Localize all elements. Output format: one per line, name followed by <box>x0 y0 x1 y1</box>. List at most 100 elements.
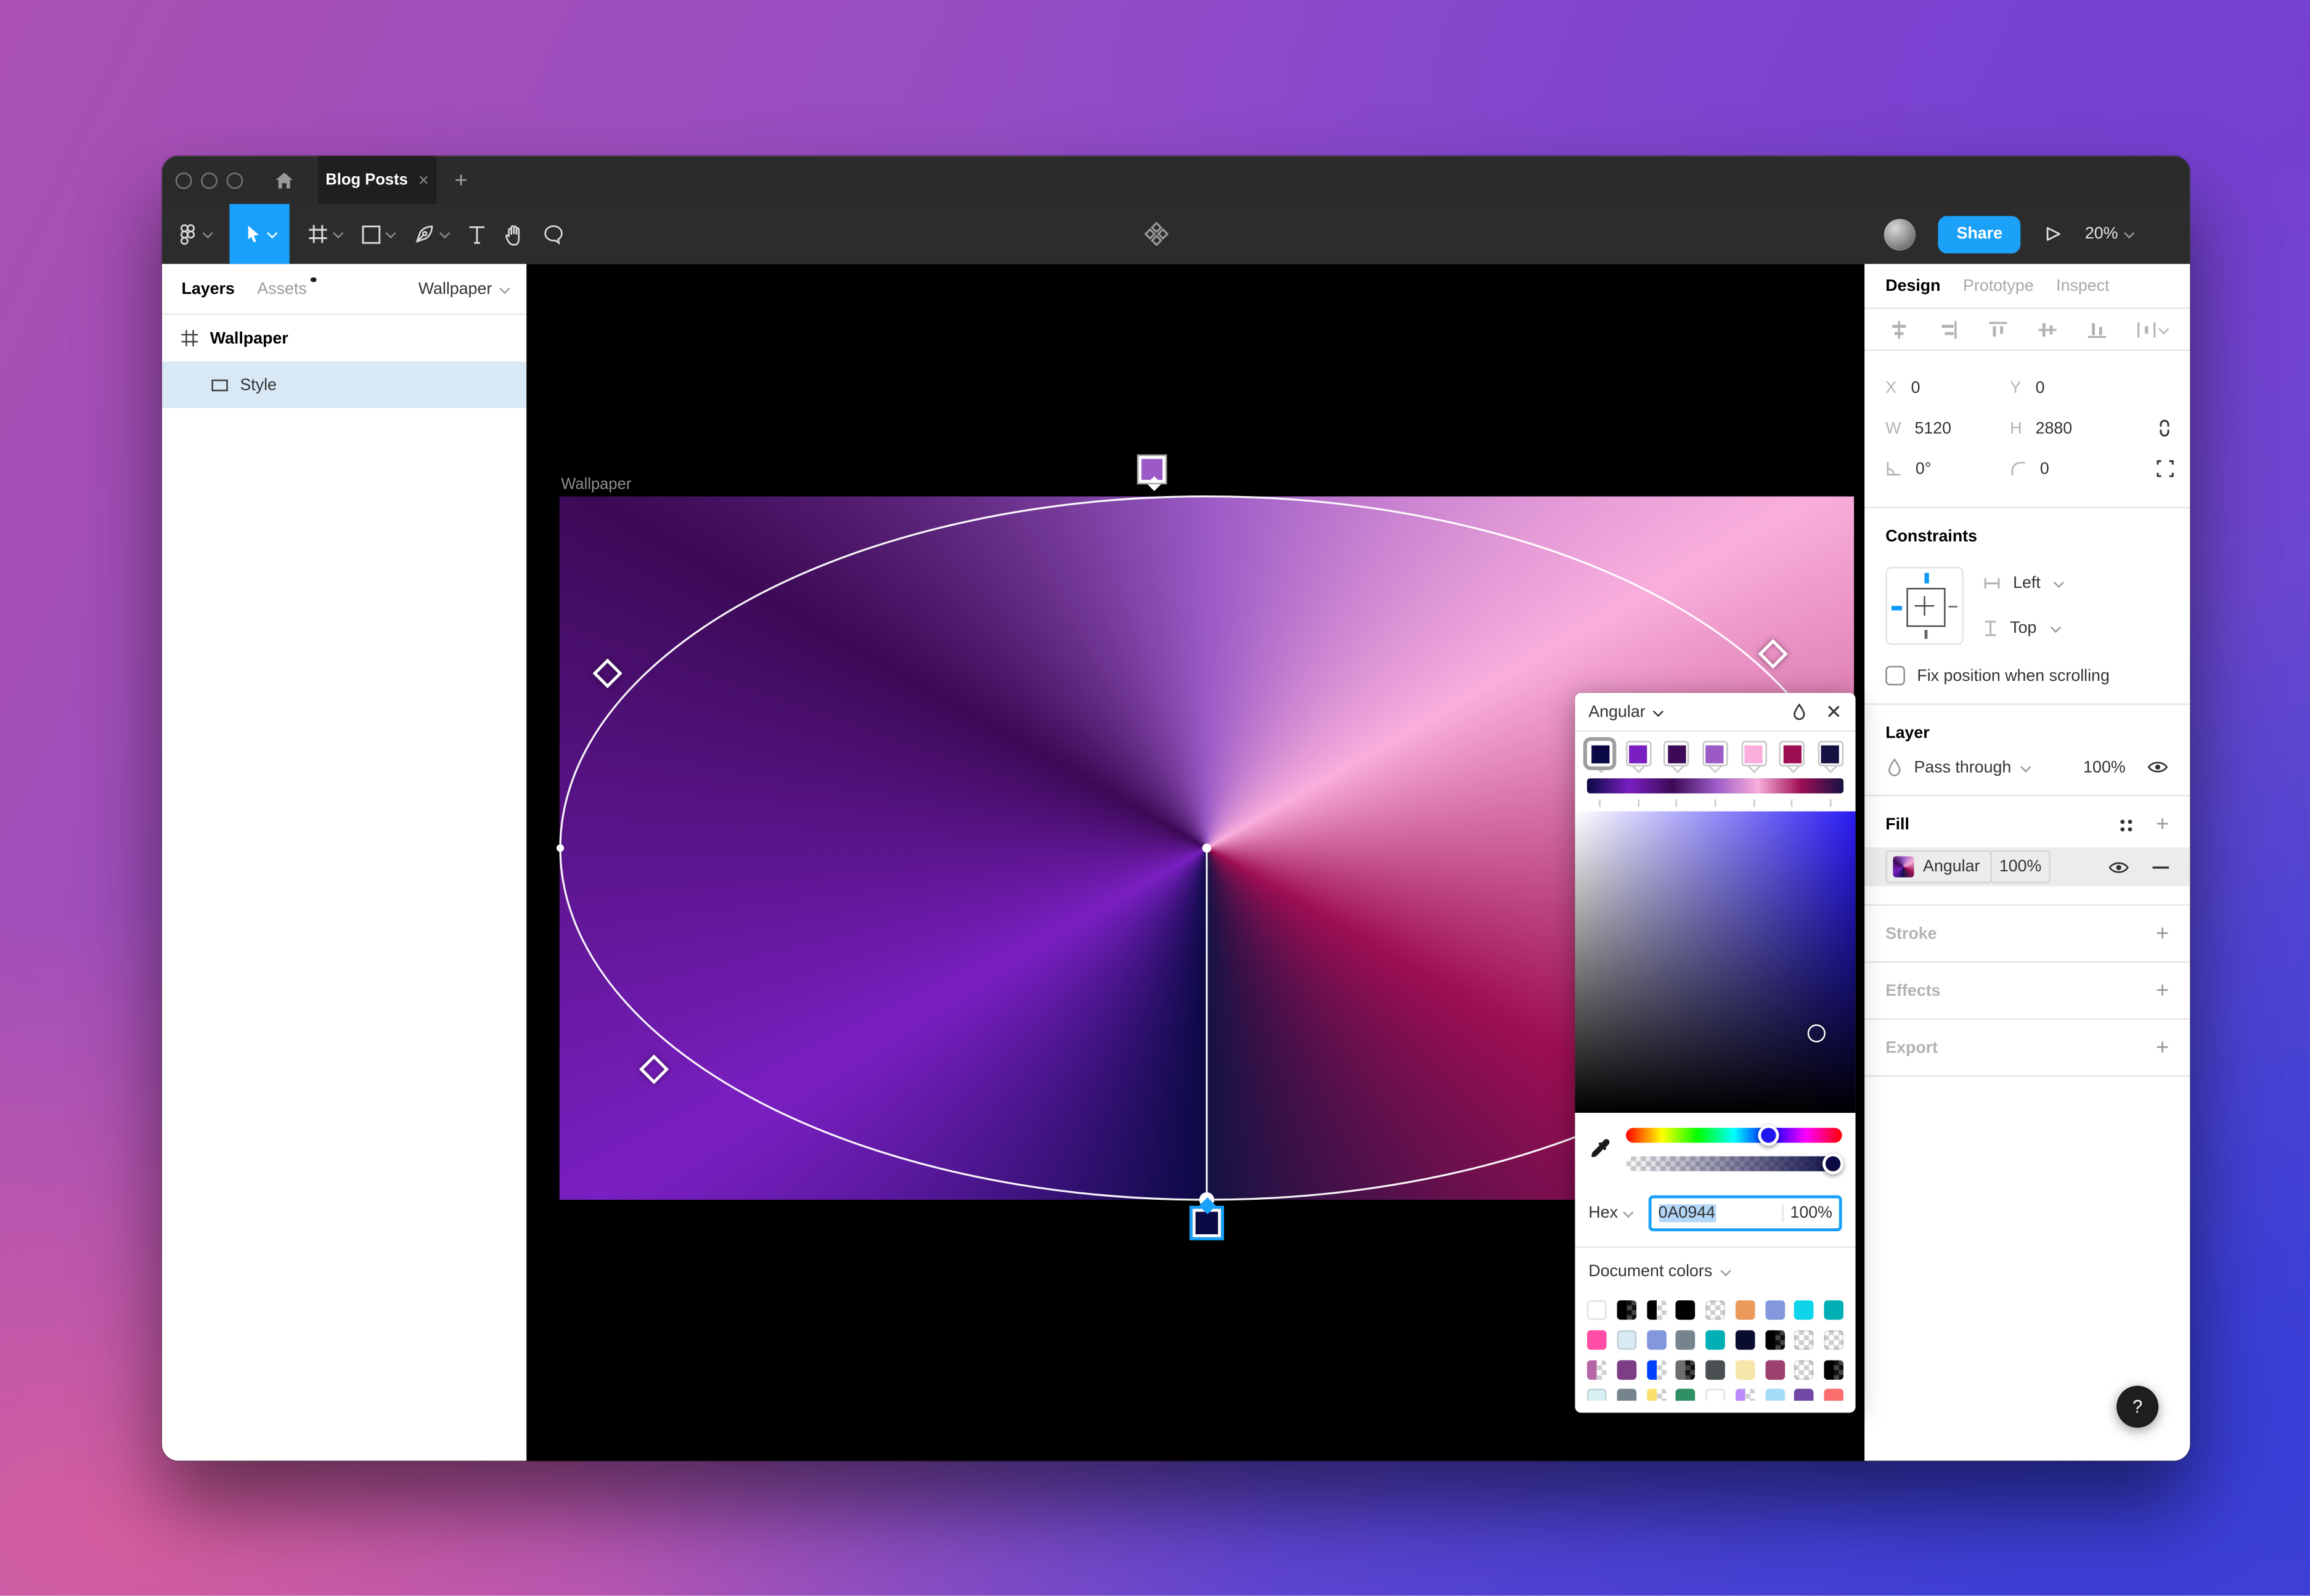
document-color-swatch[interactable] <box>1765 1330 1784 1350</box>
present-button[interactable] <box>2043 204 2063 264</box>
page-selector[interactable]: Wallpaper <box>418 280 510 298</box>
eyedropper-icon[interactable] <box>1588 1128 1611 1171</box>
blend-mode-select[interactable]: Pass through <box>1914 758 2011 776</box>
document-color-swatch[interactable] <box>1646 1300 1666 1320</box>
document-color-swatch[interactable] <box>1735 1330 1755 1350</box>
layer-row-wallpaper[interactable]: Wallpaper <box>162 315 526 361</box>
gradient-strip[interactable] <box>1587 778 1843 793</box>
document-color-swatch[interactable] <box>1676 1359 1696 1379</box>
document-color-swatch[interactable] <box>1617 1390 1636 1401</box>
close-icon[interactable]: ✕ <box>1826 699 1842 723</box>
color-selector-ring[interactable] <box>1808 1024 1826 1042</box>
tab-design[interactable]: Design <box>1885 277 1940 295</box>
document-color-swatch[interactable] <box>1794 1359 1814 1379</box>
gradient-stop-swatch[interactable] <box>1741 741 1766 766</box>
avatar[interactable] <box>1885 218 1916 250</box>
frame-tool-button[interactable] <box>308 204 343 264</box>
alpha-slider-handle[interactable] <box>1822 1154 1843 1175</box>
document-color-swatch[interactable] <box>1765 1390 1784 1401</box>
gradient-stop-handle-selected[interactable] <box>1193 1209 1221 1237</box>
document-color-swatch[interactable] <box>1794 1300 1814 1320</box>
blend-mode-icon[interactable] <box>1791 702 1808 722</box>
align-horizontal-centers-icon[interactable] <box>1888 319 1909 340</box>
document-colors-toggle[interactable]: Document colors <box>1575 1248 1855 1281</box>
close-tab-icon[interactable]: × <box>418 169 429 190</box>
corner-radius-field[interactable]: 0 <box>2010 460 2142 478</box>
hex-input[interactable]: 0A0944 <box>1651 1204 1782 1222</box>
distribute-spacing-button[interactable] <box>2136 319 2169 340</box>
layer-visibility-toggle[interactable] <box>2147 759 2169 775</box>
horizontal-constraint-select[interactable]: Left <box>1983 574 2064 592</box>
document-color-swatch[interactable] <box>1705 1300 1725 1320</box>
new-tab-button[interactable]: + <box>454 156 467 204</box>
maximize-window-button[interactable] <box>226 172 243 189</box>
document-color-swatch[interactable] <box>1587 1300 1607 1320</box>
saturation-value-square[interactable] <box>1575 812 1855 1113</box>
shape-tool-button[interactable] <box>362 204 396 264</box>
document-color-swatch[interactable] <box>1676 1300 1696 1320</box>
fix-position-checkbox[interactable] <box>1885 666 1905 686</box>
bottom-constraint-tick[interactable] <box>1925 630 1927 639</box>
document-color-swatch[interactable] <box>1765 1359 1784 1379</box>
fill-opacity-field[interactable]: 100% <box>1990 850 2050 884</box>
fill-styles-icon[interactable] <box>2118 816 2135 833</box>
gradient-stop-swatch[interactable] <box>1702 741 1728 766</box>
add-effect-icon[interactable]: + <box>2156 984 2169 999</box>
fill-visibility-toggle[interactable] <box>2107 858 2130 875</box>
document-color-swatch[interactable] <box>1824 1390 1843 1401</box>
remove-fill-icon[interactable] <box>2152 865 2169 869</box>
gradient-type-select[interactable]: Angular <box>1588 702 1645 720</box>
x-position-field[interactable]: X0 <box>1885 379 2010 397</box>
constrain-proportions-icon[interactable] <box>2154 417 2175 440</box>
clip-content-icon[interactable] <box>2155 459 2175 479</box>
gradient-stop-swatch[interactable] <box>1587 741 1612 766</box>
document-color-swatch[interactable] <box>1735 1300 1755 1320</box>
comment-tool-button[interactable] <box>543 204 564 264</box>
main-menu-button[interactable] <box>177 204 213 264</box>
top-constraint-tick[interactable] <box>1924 573 1928 584</box>
document-color-swatch[interactable] <box>1587 1390 1607 1401</box>
document-color-swatch[interactable] <box>1824 1330 1843 1350</box>
layer-row-style[interactable]: Style <box>162 362 526 408</box>
text-tool-button[interactable] <box>468 204 486 264</box>
document-color-swatch[interactable] <box>1705 1359 1725 1379</box>
document-color-swatch[interactable] <box>1794 1390 1814 1401</box>
document-color-swatch[interactable] <box>1676 1330 1696 1350</box>
tab-layers[interactable]: Layers <box>181 280 234 298</box>
document-color-swatch[interactable] <box>1617 1300 1636 1320</box>
height-field[interactable]: H2880 <box>2010 419 2142 437</box>
zoom-level-control[interactable]: 20% <box>2085 225 2134 243</box>
left-constraint-tick[interactable] <box>1892 605 1902 609</box>
add-stroke-icon[interactable]: + <box>2156 927 2169 942</box>
document-color-swatch[interactable] <box>1824 1300 1843 1320</box>
align-bottom-icon[interactable] <box>2086 319 2107 340</box>
document-color-swatch[interactable] <box>1676 1390 1696 1401</box>
document-color-swatch[interactable] <box>1646 1390 1666 1401</box>
minimize-window-button[interactable] <box>201 172 218 189</box>
gradient-stop-swatch[interactable] <box>1818 741 1843 766</box>
close-window-button[interactable] <box>176 172 192 189</box>
hand-tool-button[interactable] <box>504 204 525 264</box>
constraints-widget[interactable] <box>1885 567 1964 645</box>
document-color-swatch[interactable] <box>1765 1300 1784 1320</box>
document-color-swatch[interactable] <box>1646 1330 1666 1350</box>
document-color-swatch[interactable] <box>1587 1330 1607 1350</box>
alpha-slider[interactable] <box>1626 1156 1842 1171</box>
width-field[interactable]: W5120 <box>1885 419 2010 437</box>
fill-row[interactable]: Angular 100% <box>1864 847 2190 886</box>
pen-tool-button[interactable] <box>414 204 450 264</box>
layer-opacity-field[interactable]: 100% <box>2083 758 2125 776</box>
document-color-swatch[interactable] <box>1794 1330 1814 1350</box>
opacity-input[interactable]: 100% <box>1782 1204 1839 1222</box>
vertical-constraint-select[interactable]: Top <box>1983 619 2064 637</box>
document-color-swatch[interactable] <box>1617 1330 1636 1350</box>
document-color-swatch[interactable] <box>1824 1359 1843 1379</box>
tab-inspect[interactable]: Inspect <box>2056 277 2109 295</box>
hue-slider-handle[interactable] <box>1757 1125 1778 1146</box>
tab-prototype[interactable]: Prototype <box>1963 277 2034 295</box>
share-button[interactable]: Share <box>1938 215 2020 253</box>
document-color-swatch[interactable] <box>1617 1359 1636 1379</box>
align-vertical-centers-icon[interactable] <box>2037 319 2058 340</box>
align-top-icon[interactable] <box>1988 319 2009 340</box>
gradient-stop-swatch[interactable] <box>1664 741 1689 766</box>
